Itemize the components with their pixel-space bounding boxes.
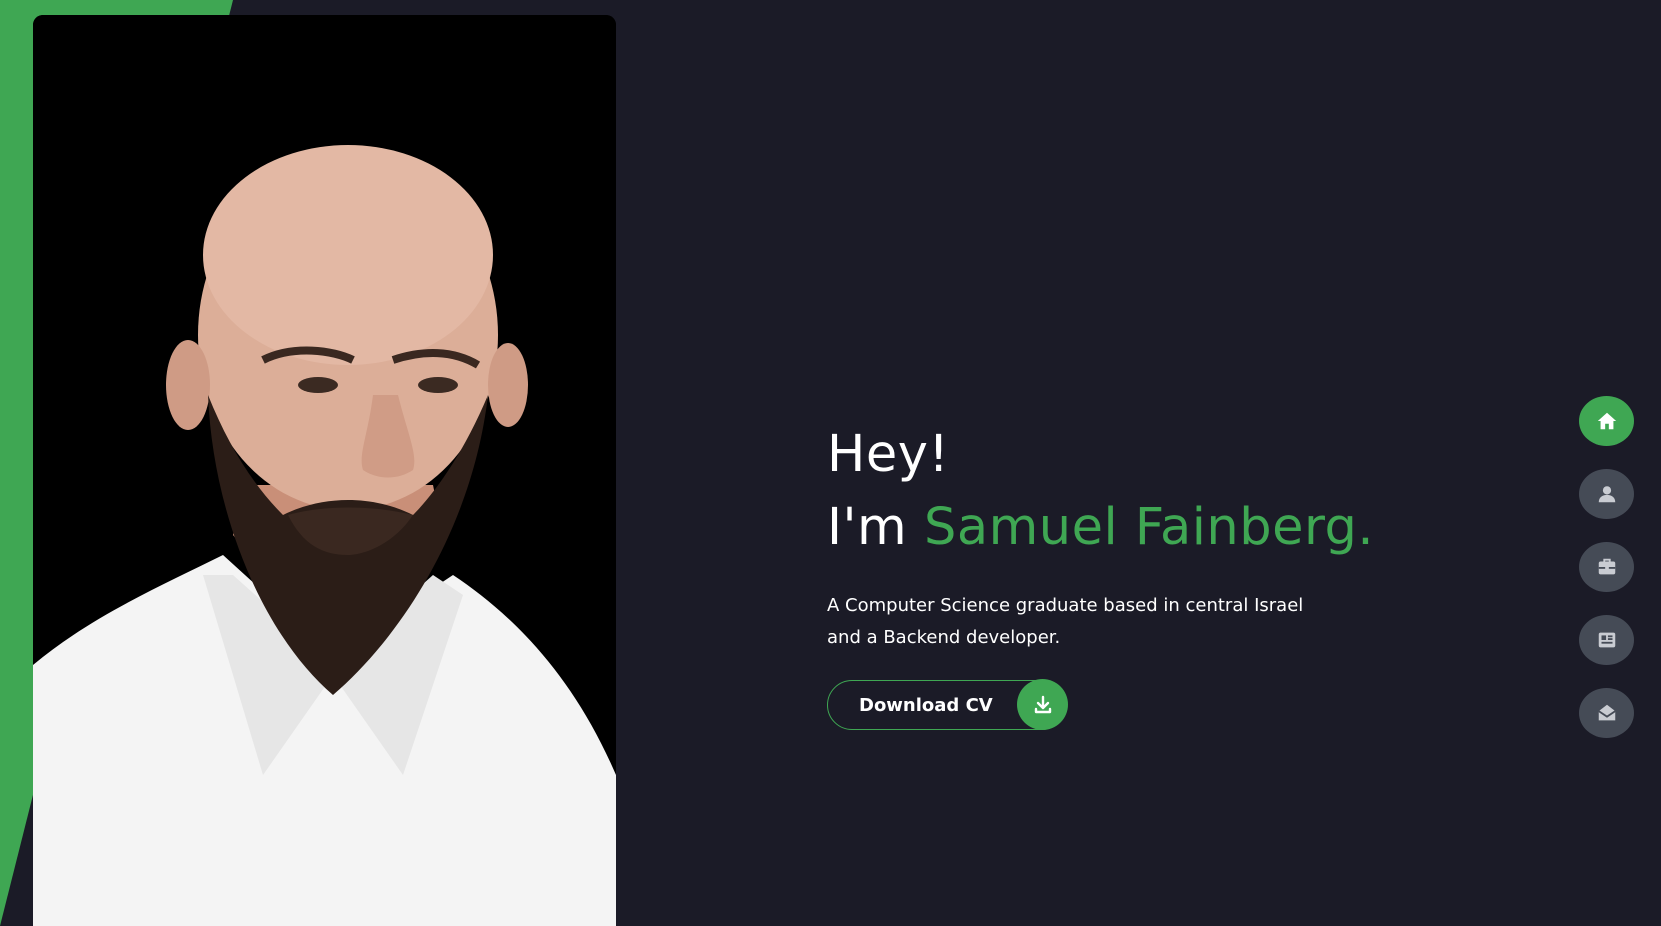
- greeting-text: Hey!: [827, 425, 950, 484]
- nav-blog-button[interactable]: [1579, 615, 1634, 665]
- profile-photo: [33, 15, 616, 926]
- download-cv-label: Download CV: [859, 694, 993, 716]
- download-icon: [1017, 679, 1068, 730]
- envelope-open-icon: [1597, 704, 1616, 721]
- hero-section: Hey! I'm Samuel Fainberg. A Computer Sci…: [0, 0, 1661, 926]
- nav-portfolio-button[interactable]: [1579, 542, 1634, 592]
- description-text: A Computer Science graduate based in cen…: [827, 595, 1304, 648]
- download-cv-button[interactable]: Download CV: [827, 679, 1068, 730]
- headline: Hey! I'm Samuel Fainberg.: [827, 418, 1374, 564]
- portrait-illustration: [33, 15, 616, 926]
- home-icon: [1597, 412, 1616, 430]
- side-navigation: [1579, 396, 1634, 738]
- name-text: Samuel Fainberg.: [923, 498, 1375, 557]
- nav-contact-button[interactable]: [1579, 688, 1634, 738]
- intro-prefix-text: I'm: [827, 498, 924, 557]
- user-icon: [1598, 486, 1615, 503]
- intro-block: Hey! I'm Samuel Fainberg. A Computer Sci…: [827, 418, 1374, 730]
- briefcase-icon: [1598, 558, 1615, 575]
- nav-home-button[interactable]: [1579, 396, 1634, 446]
- newspaper-icon: [1598, 632, 1615, 648]
- nav-about-button[interactable]: [1579, 469, 1634, 519]
